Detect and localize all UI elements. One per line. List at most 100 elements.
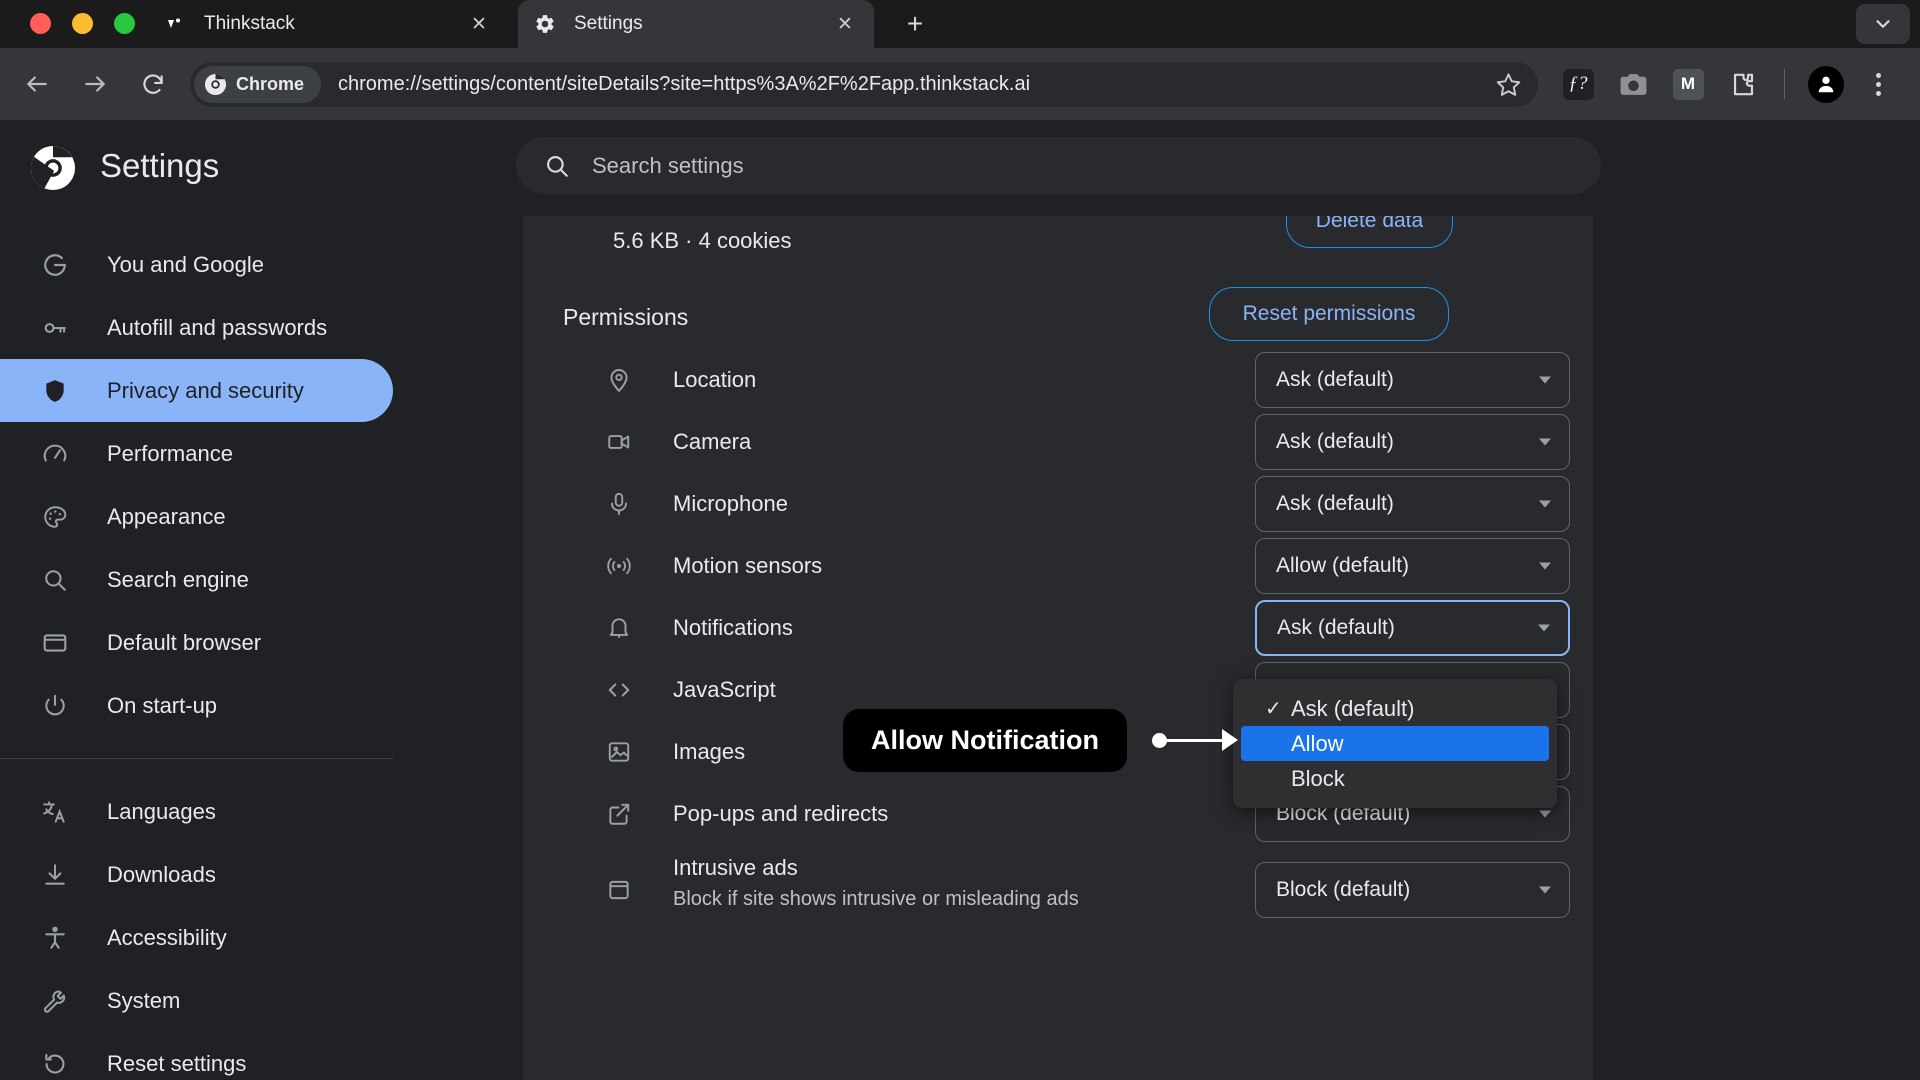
tab-settings[interactable]: Settings ✕ bbox=[518, 0, 874, 48]
permission-sublabel: Block if site shows intrusive or mislead… bbox=[673, 888, 1079, 910]
page-title: Settings bbox=[100, 147, 220, 184]
sidebar-item-label: Downloads bbox=[107, 861, 216, 887]
back-button[interactable] bbox=[17, 64, 57, 104]
permission-label: JavaScript bbox=[673, 677, 776, 702]
search-settings-input[interactable]: Search settings bbox=[516, 137, 1601, 194]
translate-icon bbox=[38, 799, 72, 825]
notifications-permission-dropdown[interactable]: ✓ Ask (default) Allow Block bbox=[1233, 679, 1557, 808]
permission-row-location: Location Ask (default) bbox=[523, 349, 1593, 411]
camera-icon bbox=[1620, 73, 1646, 95]
sidebar-item-label: You and Google bbox=[107, 251, 264, 277]
sidebar-item-accessibility[interactable]: Accessibility bbox=[0, 906, 393, 969]
permission-row-intrusive-ads: Intrusive ads Block if site shows intrus… bbox=[523, 845, 1593, 935]
permission-select-camera[interactable]: Ask (default) bbox=[1255, 414, 1570, 470]
magnifier-icon bbox=[38, 567, 72, 593]
tab-thinkstack[interactable]: Thinkstack ✕ bbox=[148, 0, 508, 48]
storage-usage-text: 5.6 KB · 4 cookies bbox=[613, 228, 792, 253]
gmail-extension-label: M bbox=[1672, 68, 1704, 100]
palette-icon bbox=[38, 504, 72, 530]
maximize-window-button[interactable] bbox=[114, 13, 135, 34]
permission-select-intrusive-ads[interactable]: Block (default) bbox=[1255, 862, 1570, 918]
sidebar-item-search-engine[interactable]: Search engine bbox=[0, 548, 393, 611]
permission-select-value: Block (default) bbox=[1276, 878, 1411, 901]
reload-button[interactable] bbox=[133, 64, 173, 104]
google-g-icon bbox=[38, 252, 72, 278]
sidebar-item-default-browser[interactable]: Default browser bbox=[0, 611, 393, 674]
browser-window: Thinkstack ✕ Settings ✕ + Chrome chrome:… bbox=[0, 0, 1920, 1080]
permission-label: Motion sensors bbox=[673, 553, 823, 578]
permission-select-microphone[interactable]: Ask (default) bbox=[1255, 476, 1570, 532]
permissions-heading: Permissions bbox=[563, 304, 689, 330]
reload-icon bbox=[143, 74, 163, 94]
permission-label: Camera bbox=[673, 429, 752, 454]
shield-icon bbox=[38, 378, 72, 404]
camera-extension-icon[interactable] bbox=[1615, 66, 1651, 102]
camera-icon bbox=[605, 428, 633, 456]
sidebar-item-performance[interactable]: Performance bbox=[0, 422, 393, 485]
sidebar-item-label: Reset settings bbox=[107, 1050, 247, 1076]
puzzle-icon bbox=[1733, 73, 1753, 95]
sidebar-divider bbox=[0, 758, 393, 759]
dropdown-option-allow[interactable]: Allow bbox=[1241, 726, 1549, 761]
forward-button[interactable] bbox=[75, 64, 115, 104]
permission-row-motion-sensors: Motion sensors Allow (default) bbox=[523, 535, 1593, 597]
sidebar-item-appearance[interactable]: Appearance bbox=[0, 485, 393, 548]
sidebar-item-autofill-and-passwords[interactable]: Autofill and passwords bbox=[0, 296, 393, 359]
avatar bbox=[1808, 65, 1844, 103]
sidebar-item-privacy-and-security[interactable]: Privacy and security bbox=[0, 359, 393, 422]
close-window-button[interactable] bbox=[30, 13, 51, 34]
permission-select-value: Ask (default) bbox=[1276, 492, 1394, 515]
sidebar-item-on-start-up[interactable]: On start-up bbox=[0, 674, 393, 737]
puzzle-extensions-icon[interactable] bbox=[1725, 66, 1761, 102]
delete-data-button[interactable]: Delete data bbox=[1286, 216, 1453, 248]
reset-permissions-button[interactable]: Reset permissions bbox=[1209, 287, 1449, 341]
sidebar-item-system[interactable]: System bbox=[0, 969, 393, 1032]
url-text: chrome://settings/content/siteDetails?si… bbox=[338, 73, 1031, 95]
chrome-logo-icon bbox=[30, 145, 76, 196]
window-controls bbox=[30, 13, 135, 34]
chrome-icon bbox=[204, 73, 227, 96]
gear-icon bbox=[534, 13, 556, 35]
three-dot-menu-icon[interactable] bbox=[1863, 66, 1893, 102]
minimize-window-button[interactable] bbox=[72, 13, 93, 34]
address-bar[interactable]: Chrome chrome://settings/content/siteDet… bbox=[190, 62, 1538, 107]
sidebar-item-label: On start-up bbox=[107, 692, 218, 718]
tab-search-button[interactable] bbox=[1856, 4, 1910, 44]
sidebar-item-languages[interactable]: Languages bbox=[0, 780, 393, 843]
sidebar-item-reset-settings[interactable]: Reset settings bbox=[0, 1032, 393, 1080]
sidebar-item-label: Appearance bbox=[107, 503, 226, 529]
new-tab-button[interactable]: + bbox=[900, 9, 930, 39]
sidebar-item-you-and-google[interactable]: You and Google bbox=[0, 233, 393, 296]
sidebar-item-label: Privacy and security bbox=[107, 377, 304, 403]
sidebar-item-label: Default browser bbox=[107, 629, 262, 655]
power-icon bbox=[38, 693, 72, 719]
permission-select-value: Allow (default) bbox=[1276, 554, 1410, 577]
permission-select-motion-sensors[interactable]: Allow (default) bbox=[1255, 538, 1570, 594]
fq-extension-icon[interactable]: ƒ? bbox=[1560, 66, 1596, 102]
close-icon[interactable]: ✕ bbox=[466, 11, 492, 37]
site-details-panel: 5.6 KB · 4 cookies Delete data Permissio… bbox=[523, 216, 1593, 1080]
permission-label: Microphone bbox=[673, 491, 788, 516]
chevron-down-icon bbox=[1539, 810, 1551, 818]
chevron-down-icon bbox=[1539, 886, 1551, 894]
check-icon: ✓ bbox=[1265, 698, 1282, 720]
dropdown-option-ask-default[interactable]: ✓ Ask (default) bbox=[1241, 691, 1549, 726]
key-icon bbox=[38, 315, 72, 341]
annotation-arrow-right-icon bbox=[1222, 729, 1238, 751]
chrome-origin-chip[interactable]: Chrome bbox=[194, 66, 322, 103]
gmail-extension-icon[interactable]: M bbox=[1670, 66, 1706, 102]
permission-select-location[interactable]: Ask (default) bbox=[1255, 352, 1570, 408]
permission-select-notifications[interactable]: Ask (default) bbox=[1255, 600, 1570, 656]
sidebar-item-label: Search engine bbox=[107, 566, 249, 592]
annotation-callout: Allow Notification bbox=[843, 709, 1127, 772]
close-icon[interactable]: ✕ bbox=[832, 11, 858, 37]
bookmark-star-icon[interactable] bbox=[1488, 65, 1528, 105]
profile-avatar-icon[interactable] bbox=[1808, 65, 1844, 103]
settings-sidebar: You and Google Autofill and passwords Pr… bbox=[0, 216, 523, 1080]
tab-title: Settings bbox=[574, 13, 643, 34]
sidebar-item-downloads[interactable]: Downloads bbox=[0, 843, 393, 906]
dropdown-option-block[interactable]: Block bbox=[1241, 761, 1549, 796]
permission-row-notifications: Notifications Ask (default) bbox=[523, 597, 1593, 659]
permission-select-value: Ask (default) bbox=[1276, 368, 1394, 391]
permission-select-value: Ask (default) bbox=[1276, 430, 1394, 453]
